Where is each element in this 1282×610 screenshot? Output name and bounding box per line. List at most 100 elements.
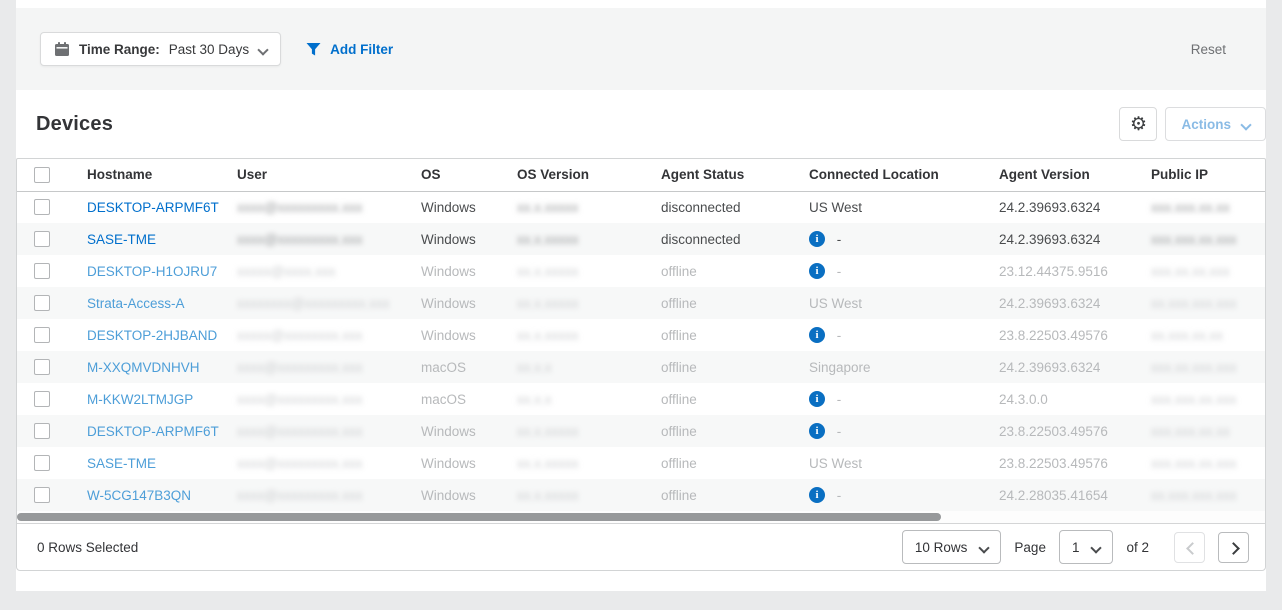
rows-per-page-select[interactable]: 10 Rows xyxy=(902,530,1002,564)
agent-status-value: offline xyxy=(661,392,697,407)
agent-version-value: 24.2.39693.6324 xyxy=(999,200,1100,215)
agent-version-value: 24.2.39693.6324 xyxy=(999,360,1100,375)
row-checkbox[interactable] xyxy=(34,391,50,407)
agent-status-value: offline xyxy=(661,488,697,503)
agent-version-value: 24.3.0.0 xyxy=(999,392,1048,407)
col-header-agent-status[interactable]: Agent Status xyxy=(645,159,793,191)
hostname-link[interactable]: SASE-TME xyxy=(87,232,156,247)
agent-version-value: 24.2.28035.41654 xyxy=(999,488,1108,503)
row-checkbox[interactable] xyxy=(34,455,50,471)
table-footer: 0 Rows Selected 10 Rows Page 1 of 2 xyxy=(17,523,1265,570)
hostname-link[interactable]: M-KKW2LTMJGP xyxy=(87,392,193,407)
row-checkbox[interactable] xyxy=(34,327,50,343)
col-header-public-ip[interactable]: Public IP xyxy=(1135,159,1265,191)
time-range-filter[interactable]: Time Range: Past 30 Days xyxy=(40,32,281,66)
horizontal-scrollbar xyxy=(17,511,1265,523)
public-ip-masked: xxx.xx.xxx.xxx xyxy=(1151,360,1237,375)
os-version-masked: xx.x.xxxxx xyxy=(517,264,579,279)
filter-bar: Time Range: Past 30 Days Add Filter Rese… xyxy=(16,8,1266,90)
hostname-link[interactable]: Strata-Access-A xyxy=(87,296,185,311)
location-info-icon[interactable]: i xyxy=(809,263,825,279)
location-info-icon[interactable]: i xyxy=(809,391,825,407)
location-info-icon[interactable]: i xyxy=(809,487,825,503)
os-value: Windows xyxy=(421,296,476,311)
row-checkbox[interactable] xyxy=(34,263,50,279)
hostname-link[interactable]: M-XXQMVDNHVH xyxy=(87,360,200,375)
user-value-masked: xxxxxxxx@xxxxxxxxx.xxx xyxy=(237,296,389,311)
location-info-icon[interactable]: i xyxy=(809,327,825,343)
devices-table: Hostname User OS OS Version Agent Status… xyxy=(17,159,1265,511)
user-value-masked: xxxx@xxxxxxxxx.xxx xyxy=(237,200,362,215)
page-number-select[interactable]: 1 xyxy=(1059,530,1114,564)
add-filter-button[interactable]: Add Filter xyxy=(306,42,393,57)
select-all-checkbox[interactable] xyxy=(34,167,50,183)
os-version-masked: xx.x.x xyxy=(517,360,552,375)
chevron-down-icon xyxy=(1091,543,1100,552)
location-info-icon[interactable]: i xyxy=(809,231,825,247)
chevron-down-icon xyxy=(1241,120,1250,129)
connected-location-value: - xyxy=(837,328,842,343)
agent-version-value: 23.8.22503.49576 xyxy=(999,424,1108,439)
agent-version-value: 23.12.44375.9516 xyxy=(999,264,1108,279)
col-header-hostname[interactable]: Hostname xyxy=(71,159,221,191)
os-value: Windows xyxy=(421,328,476,343)
row-checkbox[interactable] xyxy=(34,487,50,503)
connected-location-value: - xyxy=(837,232,842,247)
actions-button[interactable]: Actions xyxy=(1165,107,1266,141)
hostname-link[interactable]: SASE-TME xyxy=(87,456,156,471)
user-value-masked: xxxx@xxxxxxxxx.xxx xyxy=(237,488,362,503)
table-row: M-XXQMVDNHVH xxxx@xxxxxxxxx.xxx macOS xx… xyxy=(17,351,1265,383)
time-range-label: Time Range: xyxy=(79,42,160,57)
hostname-link[interactable]: DESKTOP-ARPMF6T xyxy=(87,424,219,439)
hostname-link[interactable]: W-5CG147B3QN xyxy=(87,488,191,503)
chevron-down-icon xyxy=(258,45,267,54)
os-value: Windows xyxy=(421,200,476,215)
chevron-down-icon xyxy=(979,543,988,552)
col-header-user[interactable]: User xyxy=(221,159,405,191)
hostname-link[interactable]: DESKTOP-ARPMF6T xyxy=(87,200,219,215)
rows-selected-count: 0 Rows Selected xyxy=(37,540,138,555)
col-header-connected-location[interactable]: Connected Location xyxy=(793,159,983,191)
table-settings-button[interactable]: ⚙ xyxy=(1119,107,1157,141)
public-ip-masked: xxx.xxx.xx.xx xyxy=(1151,424,1230,439)
hostname-link[interactable]: DESKTOP-2HJBAND xyxy=(87,328,217,343)
agent-status-value: offline xyxy=(661,296,697,311)
os-version-masked: xx.x.xxxxx xyxy=(517,488,579,503)
os-version-masked: xx.x.xxxxx xyxy=(517,328,579,343)
horizontal-scrollbar-thumb[interactable] xyxy=(17,513,941,521)
hostname-link[interactable]: DESKTOP-H1OJRU7 xyxy=(87,264,217,279)
location-info-icon[interactable]: i xyxy=(809,423,825,439)
row-checkbox[interactable] xyxy=(34,199,50,215)
previous-page-button[interactable] xyxy=(1174,532,1205,563)
agent-status-value: offline xyxy=(661,360,697,375)
os-version-masked: xx.x.xxxxx xyxy=(517,296,579,311)
col-header-os[interactable]: OS xyxy=(405,159,501,191)
table-row: DESKTOP-H1OJRU7 xxxxx@xxxx.xxx Windows x… xyxy=(17,255,1265,287)
connected-location-value: - xyxy=(837,264,842,279)
page-label: Page xyxy=(1014,540,1046,555)
row-checkbox[interactable] xyxy=(34,231,50,247)
add-filter-label: Add Filter xyxy=(330,42,393,57)
devices-header: Devices ⚙ Actions xyxy=(16,90,1266,158)
agent-version-value: 24.2.39693.6324 xyxy=(999,296,1100,311)
table-row: Strata-Access-A xxxxxxxx@xxxxxxxxx.xxx W… xyxy=(17,287,1265,319)
row-checkbox[interactable] xyxy=(34,359,50,375)
rows-per-page-value: 10 Rows xyxy=(915,540,968,555)
table-row: DESKTOP-ARPMF6T xxxx@xxxxxxxxx.xxx Windo… xyxy=(17,191,1265,223)
agent-status-value: disconnected xyxy=(661,200,741,215)
chevron-left-icon xyxy=(1185,543,1194,552)
row-checkbox[interactable] xyxy=(34,295,50,311)
user-value-masked: xxxxx@xxxx.xxx xyxy=(237,264,335,279)
col-header-os-version[interactable]: OS Version xyxy=(501,159,645,191)
os-version-masked: xx.x.xxxxx xyxy=(517,232,579,247)
connected-location-value: - xyxy=(837,424,842,439)
table-row: W-5CG147B3QN xxxx@xxxxxxxxx.xxx Windows … xyxy=(17,479,1265,511)
user-value-masked: xxxxx@xxxxxxxx.xxx xyxy=(237,328,362,343)
reset-button[interactable]: Reset xyxy=(1191,42,1226,57)
col-header-agent-version[interactable]: Agent Version xyxy=(983,159,1135,191)
devices-section: Devices ⚙ Actions xyxy=(16,90,1266,591)
row-checkbox[interactable] xyxy=(34,423,50,439)
chevron-right-icon xyxy=(1229,543,1238,552)
user-value-masked: xxxx@xxxxxxxxx.xxx xyxy=(237,360,362,375)
next-page-button[interactable] xyxy=(1218,532,1249,563)
